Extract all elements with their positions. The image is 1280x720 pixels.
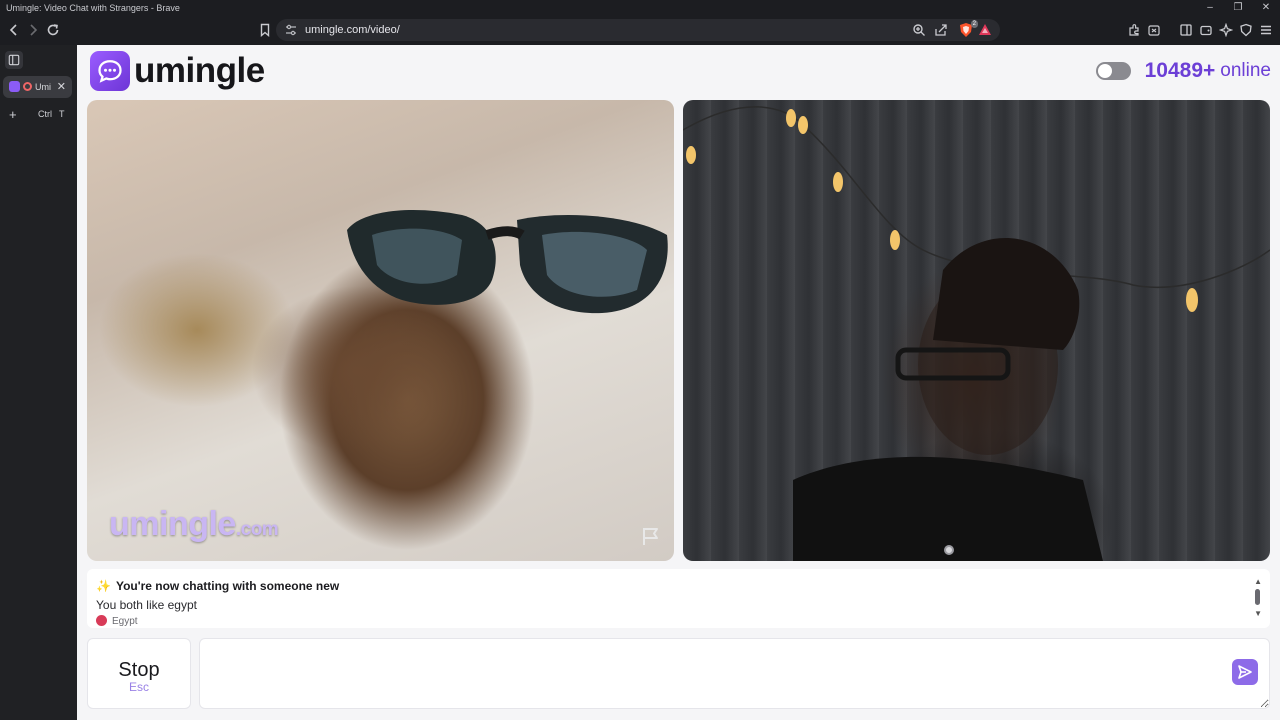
stop-button-shortcut: Esc (128, 680, 149, 694)
umingle-page: umingle 10489+ online umingle.com ✨ You'… (77, 45, 1280, 720)
wallet-icon[interactable] (1144, 20, 1164, 40)
vertical-tabs-sidebar: Umi ✕ + Ctrl T (0, 45, 77, 720)
reload-icon[interactable] (43, 20, 63, 40)
system-message-new-chat: ✨ You're now chatting with someone new (96, 579, 339, 593)
self-video (683, 100, 1270, 561)
restore-icon[interactable]: ❐ (1224, 0, 1252, 16)
message-input[interactable] (199, 638, 1270, 709)
stranger-sunglasses-shape (347, 210, 668, 314)
window-title-bar: Umingle: Video Chat with Strangers - Bra… (0, 0, 1280, 16)
back-icon[interactable] (4, 20, 24, 40)
forward-icon[interactable] (23, 20, 43, 40)
stop-button-label: Stop (118, 659, 160, 681)
umingle-favicon (9, 81, 20, 92)
scroll-up-icon[interactable]: ▲ (1254, 577, 1262, 586)
country-flag-icon (96, 615, 107, 626)
online-status: 10489+ online (1095, 59, 1271, 83)
country-message: Egypt (96, 615, 138, 627)
report-flag-icon[interactable] (640, 525, 662, 547)
sidebar-panel-icon[interactable] (1176, 20, 1196, 40)
watermark-suffix: .com (235, 519, 279, 540)
recording-indicator-icon (23, 82, 32, 91)
address-bar[interactable]: umingle.com/video/ 2 (276, 19, 1000, 41)
new-tab-shortcut: Ctrl T (38, 109, 72, 119)
extensions-icon[interactable] (1124, 20, 1144, 40)
scroll-down-icon[interactable]: ▼ (1254, 609, 1262, 618)
stop-button[interactable]: Stop Esc (87, 638, 191, 709)
online-label: online (1220, 60, 1271, 81)
stranger-video: umingle.com (87, 100, 674, 561)
camera-indicator-icon (944, 545, 954, 555)
string-lights-shape (683, 106, 1270, 561)
logo-text: umingle (134, 51, 265, 90)
menu-icon[interactable] (1256, 20, 1276, 40)
sidebar-toggle-icon[interactable] (5, 51, 23, 69)
umingle-watermark: umingle.com (109, 505, 279, 544)
country-text: Egypt (112, 616, 138, 627)
new-tab-icon[interactable]: + (9, 107, 17, 122)
shields-count-badge: 2 (970, 20, 978, 28)
system-message-text: You're now chatting with someone new (115, 579, 340, 593)
chat-log: ✨ You're now chatting with someone new Yo… (87, 569, 1270, 628)
send-icon (1238, 665, 1252, 679)
chat-scrollbar-thumb[interactable] (1255, 589, 1260, 605)
online-count: 10489+ (1144, 59, 1216, 82)
send-button[interactable] (1232, 659, 1258, 685)
umingle-logo[interactable]: umingle (90, 50, 265, 92)
chat-bubble-logo-icon (90, 51, 130, 91)
site-settings-icon[interactable] (284, 23, 298, 37)
tab-close-icon[interactable]: ✕ (57, 76, 66, 98)
brave-wallet-icon[interactable] (1196, 20, 1216, 40)
bookmark-icon[interactable] (255, 20, 275, 40)
url-text[interactable]: umingle.com/video/ (305, 19, 400, 41)
zoom-icon[interactable] (912, 23, 926, 37)
leo-ai-icon[interactable] (1216, 20, 1236, 40)
brave-rewards-icon[interactable] (978, 23, 992, 37)
common-interest-message: You both like egypt (96, 598, 197, 612)
tab-umingle[interactable]: Umi ✕ (3, 76, 72, 98)
minimize-icon[interactable]: – (1196, 0, 1224, 16)
share-icon[interactable] (934, 23, 948, 37)
window-controls: – ❐ ✕ (1196, 0, 1280, 16)
sparkle-icon: ✨ (96, 579, 111, 593)
vpn-shield-icon[interactable] (1236, 20, 1256, 40)
shortcut-key-t: T (59, 109, 65, 119)
browser-toolbar: umingle.com/video/ 2 (0, 16, 1280, 45)
watermark-main: umingle (109, 505, 236, 543)
dark-mode-toggle[interactable] (1095, 62, 1131, 80)
tab-title: Umi (35, 82, 51, 92)
close-window-icon[interactable]: ✕ (1252, 0, 1280, 16)
window-title: Umingle: Video Chat with Strangers - Bra… (6, 3, 180, 13)
shortcut-key-ctrl: Ctrl (38, 109, 52, 119)
